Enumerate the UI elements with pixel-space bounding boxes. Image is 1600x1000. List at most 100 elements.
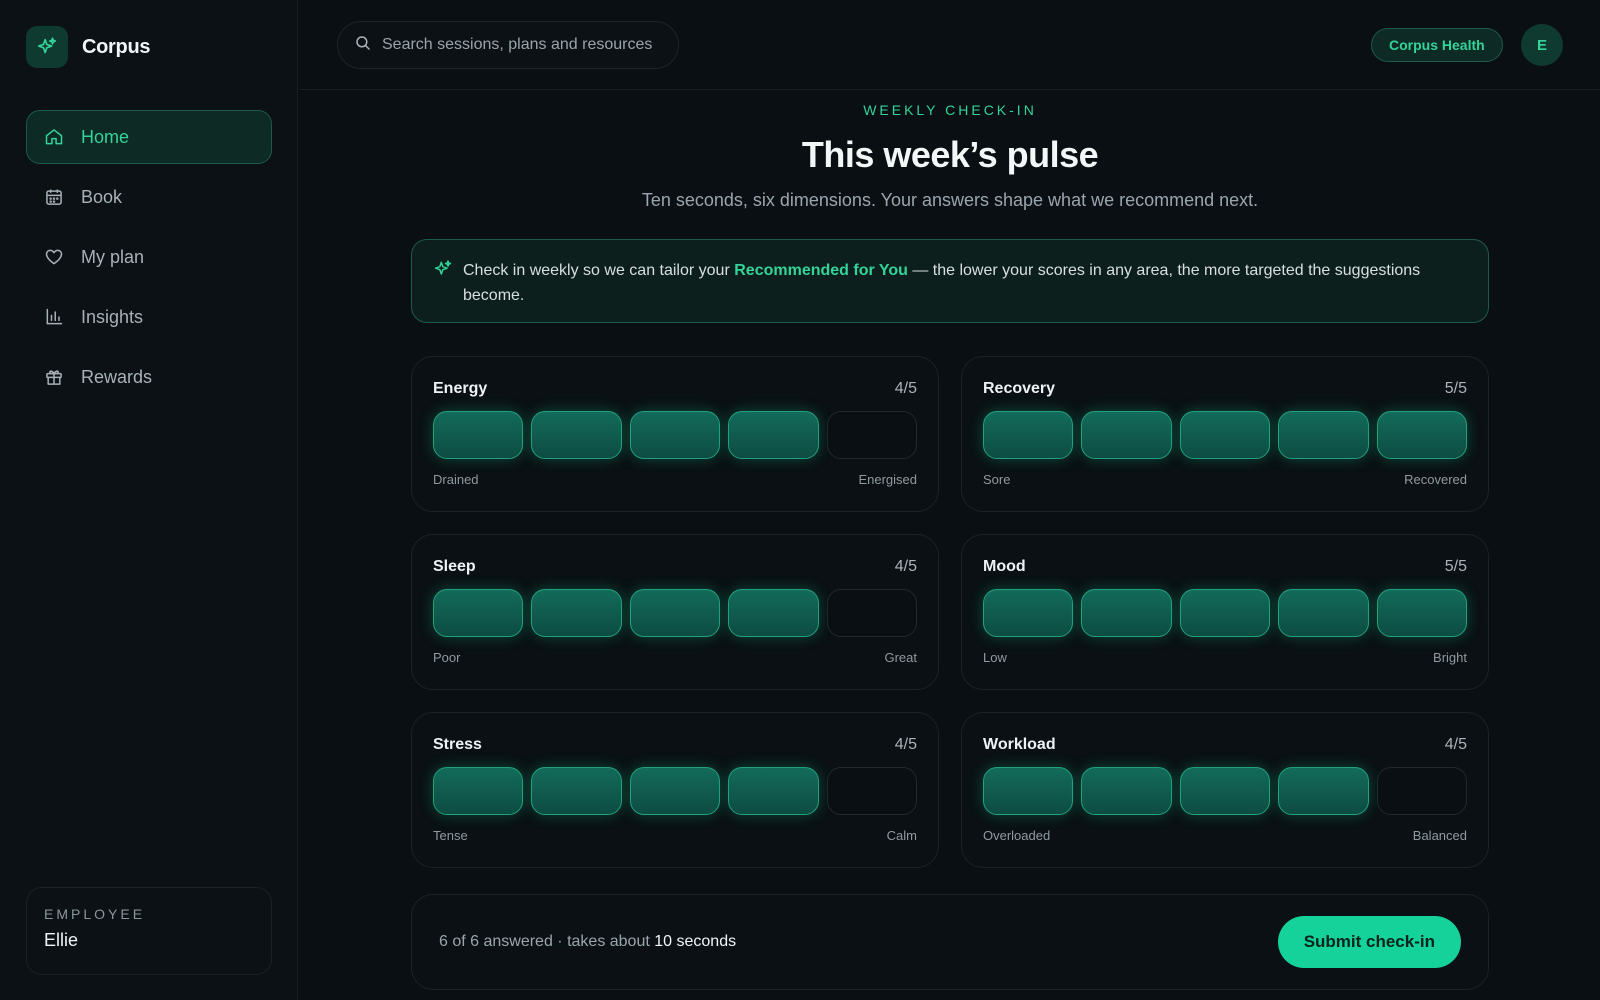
dimension-card-workload: Workload 4/5 Overloaded Balanced: [961, 712, 1489, 868]
info-banner: Check in weekly so we can tailor your Re…: [411, 239, 1489, 323]
rating-option-5[interactable]: [1376, 411, 1468, 459]
rating-option-2[interactable]: [1081, 767, 1172, 815]
info-text: Check in weekly so we can tailor your Re…: [463, 258, 1468, 308]
sparkle-icon: [26, 26, 68, 68]
rating-option-3[interactable]: [1179, 767, 1271, 815]
rating-scale: [983, 411, 1468, 459]
calendar-icon: [43, 186, 65, 208]
sidebar-nav: Home Book My plan Insights Rewards: [26, 110, 272, 410]
sidebar-item-home[interactable]: Home: [26, 110, 272, 164]
rating-option-4[interactable]: [1278, 411, 1369, 459]
answered-count: 6 of 6 answered · takes about: [439, 933, 655, 950]
scale-high-label: Bright: [1433, 650, 1467, 665]
dimension-card-sleep: Sleep 4/5 Poor Great: [411, 534, 939, 690]
sidebar-item-label: Insights: [81, 306, 144, 327]
rating-option-1[interactable]: [433, 767, 524, 815]
dimension-score: 5/5: [1444, 558, 1467, 575]
rating-option-3[interactable]: [1179, 411, 1271, 459]
scale-high-label: Great: [884, 650, 917, 665]
rating-option-4[interactable]: [1278, 589, 1369, 637]
scale-low-label: Drained: [433, 472, 479, 487]
rating-scale: [433, 411, 918, 459]
scale-low-label: Low: [983, 650, 1007, 665]
scale-high-label: Balanced: [1412, 828, 1467, 843]
rating-option-2[interactable]: [1081, 411, 1172, 459]
rating-option-3[interactable]: [629, 767, 721, 815]
heart-icon: [43, 246, 65, 268]
rating-scale: [433, 767, 918, 815]
sidebar-item-label: Rewards: [81, 366, 153, 387]
sidebar-item-insights[interactable]: Insights: [26, 290, 272, 344]
submit-bar: 6 of 6 answered · takes about 10 seconds…: [411, 894, 1489, 990]
topbar: Corpus Health E: [299, 0, 1600, 90]
dimension-score: 4/5: [1444, 736, 1467, 753]
rating-option-4[interactable]: [728, 589, 819, 637]
sidebar: Corpus Home Book My plan Insights Reward…: [0, 0, 298, 1000]
rating-option-5[interactable]: [826, 767, 918, 815]
progress-text: 6 of 6 answered · takes about 10 seconds: [439, 933, 736, 951]
search-input[interactable]: [382, 36, 672, 54]
employee-name: Ellie: [44, 930, 79, 950]
rating-option-2[interactable]: [531, 589, 622, 637]
recommended-link[interactable]: Recommended for You: [734, 262, 908, 279]
sidebar-item-rewards[interactable]: Rewards: [26, 350, 272, 404]
rating-option-3[interactable]: [629, 411, 721, 459]
rating-option-4[interactable]: [1278, 767, 1369, 815]
dimension-score: 4/5: [894, 736, 917, 753]
search-icon: [354, 34, 372, 57]
scale-high-label: Energised: [858, 472, 917, 487]
scale-low-label: Tense: [433, 828, 468, 843]
submit-checkin-button[interactable]: Submit check-in: [1277, 916, 1461, 968]
sidebar-item-label: Book: [81, 186, 123, 207]
dimension-card-recovery: Recovery 5/5 Sore Recovered: [961, 356, 1489, 512]
scale-high-label: Recovered: [1404, 472, 1467, 487]
sidebar-item-my-plan[interactable]: My plan: [26, 230, 272, 284]
rating-option-3[interactable]: [1179, 589, 1271, 637]
avatar[interactable]: E: [1521, 24, 1563, 66]
rating-option-1[interactable]: [983, 589, 1074, 637]
rating-option-2[interactable]: [531, 767, 622, 815]
section-eyebrow: WEEKLY CHECK-IN: [863, 102, 1037, 118]
rating-option-3[interactable]: [629, 589, 721, 637]
home-icon: [43, 126, 65, 148]
dimension-label: Mood: [983, 558, 1026, 575]
rating-option-4[interactable]: [728, 411, 819, 459]
sidebar-item-label: My plan: [81, 246, 145, 267]
search-box[interactable]: [337, 21, 679, 69]
dimension-card-energy: Energy 4/5 Drained Energised: [411, 356, 939, 512]
rating-scale: [983, 589, 1468, 637]
rating-option-5[interactable]: [1376, 589, 1468, 637]
rating-option-1[interactable]: [433, 589, 524, 637]
employee-label: EMPLOYEE: [44, 906, 146, 922]
rating-scale: [983, 767, 1468, 815]
dimension-label: Workload: [983, 736, 1056, 753]
rating-option-2[interactable]: [531, 411, 622, 459]
rating-option-1[interactable]: [983, 411, 1074, 459]
rating-option-5[interactable]: [826, 411, 918, 459]
bar-chart-icon: [43, 306, 65, 328]
rating-option-2[interactable]: [1081, 589, 1172, 637]
scale-low-label: Poor: [433, 650, 461, 665]
duration-text: 10 seconds: [654, 933, 737, 950]
sidebar-item-label: Home: [81, 126, 130, 147]
dimension-score: 5/5: [1444, 380, 1467, 397]
scale-low-label: Overloaded: [983, 828, 1051, 843]
rating-option-4[interactable]: [728, 767, 819, 815]
dimension-score: 4/5: [894, 558, 917, 575]
sparkle-icon: [433, 259, 453, 279]
brand[interactable]: Corpus: [26, 26, 151, 68]
dimension-label: Recovery: [983, 380, 1056, 397]
rating-option-1[interactable]: [433, 411, 524, 459]
employee-card: EMPLOYEE Ellie: [26, 887, 272, 975]
rating-option-1[interactable]: [983, 767, 1074, 815]
page-subtitle: Ten seconds, six dimensions. Your answer…: [641, 190, 1259, 210]
main-content: WEEKLY CHECK-IN This week’s pulse Ten se…: [411, 90, 1489, 990]
rating-scale: [433, 589, 918, 637]
org-badge[interactable]: Corpus Health: [1371, 28, 1503, 62]
sidebar-item-book[interactable]: Book: [26, 170, 272, 224]
rating-option-5[interactable]: [1376, 767, 1468, 815]
rating-option-5[interactable]: [826, 589, 918, 637]
gift-icon: [43, 366, 65, 388]
scale-low-label: Sore: [983, 472, 1011, 487]
brand-name: Corpus: [82, 35, 151, 58]
